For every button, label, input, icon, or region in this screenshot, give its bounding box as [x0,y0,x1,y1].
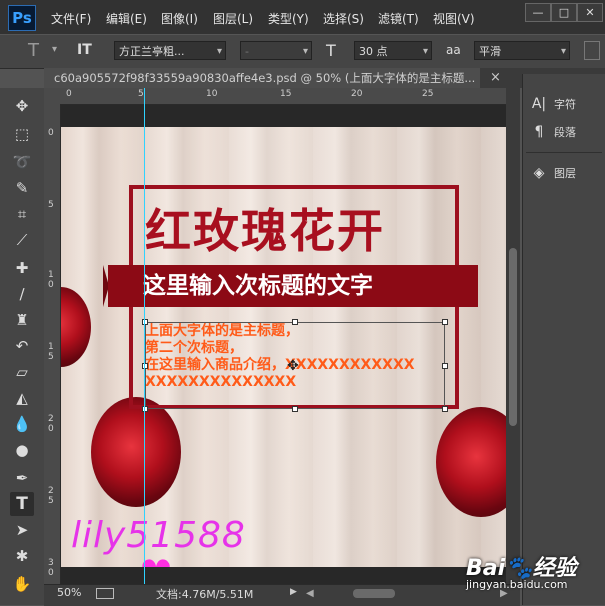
panel-dock-header[interactable] [522,68,605,74]
character-icon: A| [531,96,547,112]
rose-image [61,287,91,367]
move-tool-icon[interactable]: ✥ [10,94,34,118]
author-watermark: lily51588 [71,515,246,556]
font-family-select[interactable]: 方正兰亭粗... [114,41,226,60]
brush-tool-icon[interactable]: ∕ [10,282,34,306]
menu-layer[interactable]: 图层(L) [213,10,253,27]
menu-view[interactable]: 视图(V) [433,10,475,27]
type-tool-icon[interactable]: T [10,492,34,516]
close-tab-icon[interactable]: × [490,70,501,85]
marquee-tool-icon[interactable]: ⬚ [10,122,34,146]
ruler-tick: 0 [48,128,54,138]
rose-image [436,407,506,517]
status-menu-arrow[interactable]: ▶ [290,587,297,597]
transform-handle[interactable] [292,319,298,325]
layers-icon: ◈ [533,165,545,181]
blur-tool-icon[interactable]: 💧 [10,412,34,436]
pen-tool-icon[interactable]: ✒ [10,466,34,490]
ruler-tick: 3 0 [48,558,54,578]
antialias-icon: aa [446,43,461,57]
ruler-tick: 20 [351,89,363,99]
menu-image[interactable]: 图像(I) [161,10,198,27]
shape-tool-icon[interactable]: ✱ [10,544,34,568]
transform-handle[interactable] [442,319,448,325]
transform-handle[interactable] [292,406,298,412]
ruler-tick: 15 [280,89,292,99]
dodge-tool-icon[interactable]: ● [10,438,34,462]
paragraph-icon: ¶ [534,124,544,140]
chevron-down-icon[interactable]: ▾ [52,44,57,55]
artboard[interactable]: 红玫瑰花开 这里输入次标题的文字 上面大字体的是主标题， 第二个次标题， 在这里… [61,127,506,567]
lasso-tool-icon[interactable]: ➰ [10,150,34,174]
quick-select-tool-icon[interactable]: ✎ [10,176,34,200]
ruler-tick: 5 [48,200,54,210]
panel-paragraph[interactable]: ¶ 段落 [530,120,576,144]
ruler-tick: 1 0 [48,270,54,290]
guide-line[interactable] [144,88,145,584]
ruler-tick: 2 0 [48,414,54,434]
panel-label: 段落 [554,126,576,139]
status-bar [44,584,520,606]
text-orientation-icon[interactable]: IT [77,42,92,58]
minimize-button[interactable]: — [525,3,551,22]
history-brush-tool-icon[interactable]: ↶ [10,334,34,358]
horizontal-scroll-thumb[interactable] [353,589,395,598]
ruler-tick: 2 5 [48,486,54,506]
crosshair-icon: ✥ [287,358,299,374]
panel-label: 图层 [554,167,576,180]
menu-file[interactable]: 文件(F) [51,10,91,27]
eyedropper-tool-icon[interactable]: ⟋ [10,228,34,252]
paint-bucket-tool-icon[interactable]: ◭ [10,386,34,410]
panel-character[interactable]: A| 字符 [530,92,576,116]
document-size: 文档:4.76M/5.51M [156,588,254,601]
zoom-level[interactable]: 50% [57,586,81,599]
transform-handle[interactable] [442,406,448,412]
ruler-tick: 0 [66,89,72,99]
transform-handle[interactable] [142,319,148,325]
panel-label: 字符 [554,98,576,111]
transform-handle[interactable] [142,406,148,412]
maximize-button[interactable]: □ [551,3,577,22]
menu-type[interactable]: 类型(Y) [268,10,309,27]
vertical-scroll-thumb[interactable] [509,248,517,426]
subtitle-text: 这里输入次标题的文字 [143,273,373,299]
hand-tool-icon[interactable]: ✋ [10,572,34,596]
proof-icon[interactable] [96,588,114,599]
font-size-icon: T [326,41,336,60]
stamp-tool-icon[interactable]: ♜ [10,308,34,332]
menu-edit[interactable]: 编辑(E) [106,10,147,27]
align-icon[interactable] [584,41,600,60]
photoshop-logo: Ps [8,5,36,31]
main-title: 红玫瑰花开 [145,204,385,258]
ruler-tick: 1 5 [48,342,54,362]
font-size-select[interactable]: 30 点 [354,41,432,60]
path-select-tool-icon[interactable]: ➤ [10,518,34,542]
crop-tool-icon[interactable]: ⌗ [10,202,34,226]
eraser-tool-icon[interactable]: ▱ [10,360,34,384]
panel-dock [522,68,605,605]
antialias-select[interactable]: 平滑 [474,41,570,60]
horizontal-ruler[interactable] [44,88,506,105]
document-tab-title: c60a905572f98f33559a90830affe4e3.psd @ 5… [54,71,476,85]
scroll-left-icon[interactable]: ◀ [306,588,314,599]
ruler-tick: 5 [138,89,144,99]
panel-layers[interactable]: ◈ 图层 [530,161,576,185]
rose-image [91,397,181,507]
ruler-tick: 10 [206,89,218,99]
font-style-select[interactable]: - [240,41,312,60]
menu-select[interactable]: 选择(S) [323,10,364,27]
site-url: jingyan.baidu.com [466,578,568,591]
menu-filter[interactable]: 滤镜(T) [378,10,419,27]
document-tab[interactable]: c60a905572f98f33559a90830affe4e3.psd @ 5… [44,68,480,88]
close-button[interactable]: ✕ [577,3,603,22]
healing-brush-tool-icon[interactable]: ✚ [10,256,34,280]
transform-handle[interactable] [442,363,448,369]
type-tool-icon[interactable]: T [28,40,39,61]
site-watermark: Bai🐾经验 jingyan.baidu.com [458,548,604,598]
panel-divider [526,152,602,153]
transform-handle[interactable] [142,363,148,369]
canvas-area[interactable]: 红玫瑰花开 这里输入次标题的文字 上面大字体的是主标题， 第二个次标题， 在这里… [61,105,506,584]
ruler-tick: 25 [422,89,434,99]
